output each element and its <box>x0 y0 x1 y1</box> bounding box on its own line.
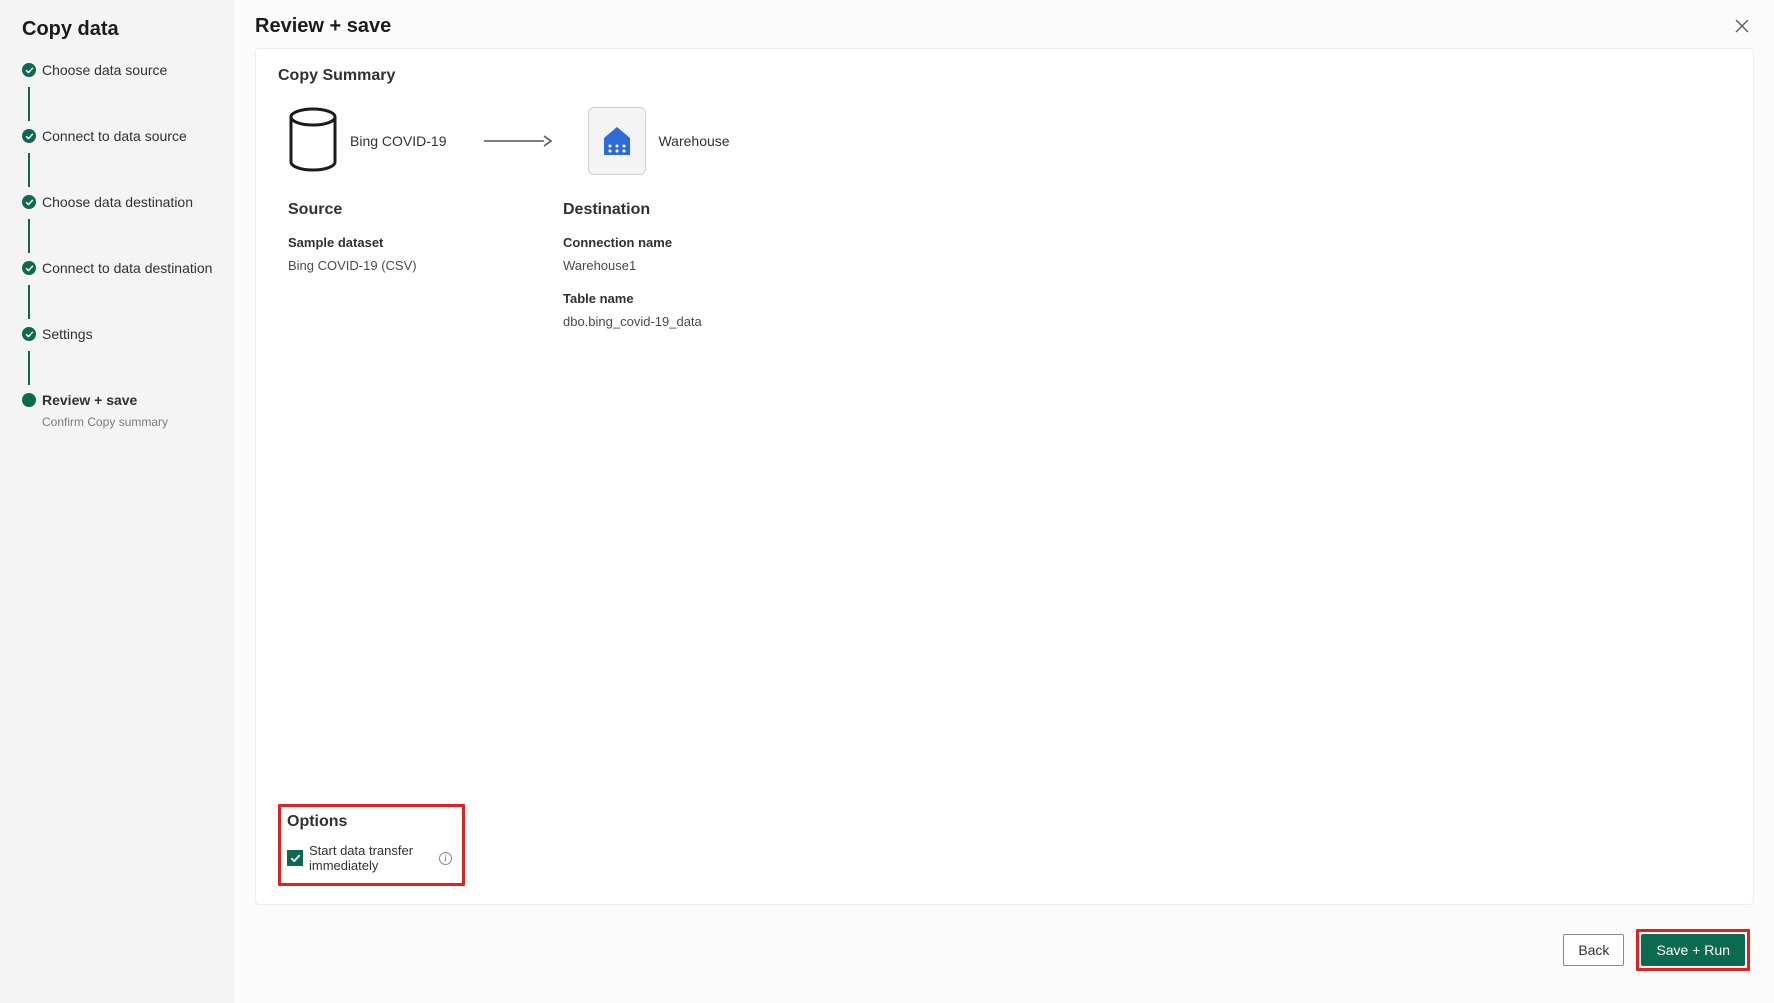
panel-heading: Copy Summary <box>278 67 1731 85</box>
info-icon[interactable]: i <box>439 852 452 865</box>
check-circle-icon <box>22 195 36 209</box>
step-label: Review + save <box>42 389 137 413</box>
options-heading: Options <box>287 813 452 831</box>
close-icon <box>1734 18 1750 34</box>
database-icon <box>288 107 338 175</box>
step-sublabel: Confirm Copy summary <box>42 415 235 429</box>
wizard-steps: Choose data source Connect to data sourc… <box>0 59 235 429</box>
current-step-dot-icon <box>22 393 36 407</box>
step-label: Connect to data destination <box>42 257 212 281</box>
checkmark-icon <box>290 853 301 864</box>
main-content: Review + save Copy Summary <box>235 0 1774 1003</box>
copy-summary-panel: Copy Summary Bing COVID-19 <box>255 48 1754 905</box>
step-connector <box>28 285 30 319</box>
check-circle-icon <box>22 261 36 275</box>
destination-column: Destination Connection name Warehouse1 T… <box>563 201 838 347</box>
step-review-save[interactable]: Review + save Confirm Copy summary <box>22 389 235 429</box>
check-circle-icon <box>22 327 36 341</box>
step-choose-data-destination[interactable]: Choose data destination <box>22 191 235 215</box>
step-connect-data-destination[interactable]: Connect to data destination <box>22 257 235 281</box>
step-connect-data-source[interactable]: Connect to data source <box>22 125 235 149</box>
sidebar-title: Copy data <box>0 18 235 59</box>
start-transfer-checkbox-row: Start data transfer immediately i <box>287 843 452 873</box>
source-field-label: Sample dataset <box>288 235 563 250</box>
dest-table-value: dbo.bing_covid-19_data <box>563 314 838 329</box>
save-run-highlight: Save + Run <box>1636 929 1750 971</box>
wizard-footer: Back Save + Run <box>235 913 1774 1003</box>
start-transfer-checkbox[interactable] <box>287 850 303 866</box>
save-run-button[interactable]: Save + Run <box>1641 934 1745 966</box>
back-button[interactable]: Back <box>1563 934 1624 966</box>
step-connector <box>28 351 30 385</box>
step-settings[interactable]: Settings <box>22 323 235 347</box>
dest-table-label: Table name <box>563 291 838 306</box>
diagram-source: Bing COVID-19 <box>288 107 446 175</box>
step-connector <box>28 153 30 187</box>
step-label: Connect to data source <box>42 125 187 149</box>
close-button[interactable] <box>1730 14 1754 38</box>
source-field-value: Bing COVID-19 (CSV) <box>288 258 563 273</box>
warehouse-icon <box>588 107 646 175</box>
diagram-destination-label: Warehouse <box>658 133 729 149</box>
diagram-destination: Warehouse <box>588 107 729 175</box>
source-column-title: Source <box>288 201 563 219</box>
summary-columns: Source Sample dataset Bing COVID-19 (CSV… <box>278 201 1731 347</box>
source-column: Source Sample dataset Bing COVID-19 (CSV… <box>288 201 563 347</box>
wizard-sidebar: Copy data Choose data source Connect to … <box>0 0 235 1003</box>
step-label: Settings <box>42 323 93 347</box>
check-circle-icon <box>22 63 36 77</box>
step-label: Choose data destination <box>42 191 193 215</box>
step-label: Choose data source <box>42 59 167 83</box>
step-connector <box>28 87 30 121</box>
step-connector <box>28 219 30 253</box>
arrow-icon <box>482 135 552 147</box>
summary-diagram: Bing COVID-19 <box>278 107 1731 175</box>
options-section: Options Start data transfer immediately … <box>278 804 465 886</box>
dest-connection-label: Connection name <box>563 235 838 250</box>
page-title: Review + save <box>255 15 391 38</box>
start-transfer-label: Start data transfer immediately <box>309 843 433 873</box>
diagram-source-label: Bing COVID-19 <box>350 133 446 149</box>
destination-column-title: Destination <box>563 201 838 219</box>
dest-connection-value: Warehouse1 <box>563 258 838 273</box>
check-circle-icon <box>22 129 36 143</box>
step-choose-data-source[interactable]: Choose data source <box>22 59 235 83</box>
